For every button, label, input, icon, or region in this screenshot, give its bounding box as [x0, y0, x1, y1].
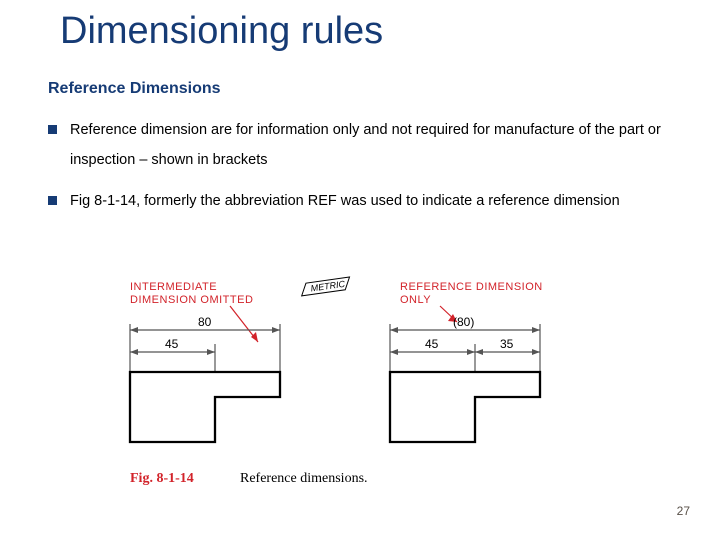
label-intermediate: INTERMEDIATE [130, 281, 217, 293]
dim-80-left: 80 [198, 315, 212, 329]
metric-badge: METRIC [300, 277, 351, 296]
figure-caption-ref: Fig. 8-1-14 [130, 471, 194, 486]
figure-caption-text: Reference dimensions. [240, 471, 368, 486]
page-title: Dimensioning rules [60, 10, 383, 53]
list-item: Reference dimension are for information … [48, 115, 668, 176]
dim-45-left: 45 [165, 337, 179, 351]
dim-80-right: (80) [453, 315, 474, 329]
page-number: 27 [677, 504, 690, 518]
slide: Dimensioning rules Reference Dimensions … [0, 0, 720, 540]
label-omitted: DIMENSION OMITTED [130, 294, 253, 306]
label-only: ONLY [400, 294, 431, 306]
section-subtitle: Reference Dimensions [48, 80, 221, 98]
list-item: Fig 8-1-14, formerly the abbreviation RE… [48, 186, 668, 216]
svg-text:METRIC: METRIC [310, 279, 346, 294]
bullet-list: Reference dimension are for information … [48, 115, 668, 226]
dim-35-right: 35 [500, 337, 514, 351]
dim-45-right: 45 [425, 337, 439, 351]
label-ref-dim: REFERENCE DIMENSION [400, 281, 543, 293]
figure-reference-dimensions: INTERMEDIATE DIMENSION OMITTED 80 45 [110, 272, 610, 502]
